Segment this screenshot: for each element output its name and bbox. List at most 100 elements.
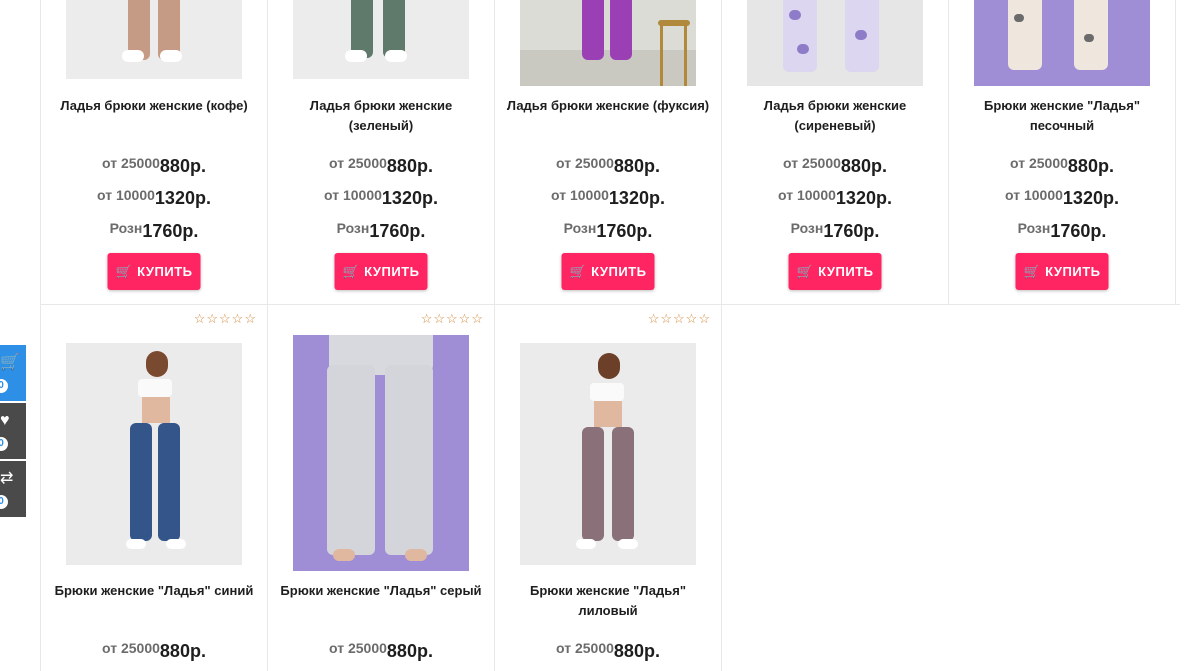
- price-value: 1320р.: [381, 188, 438, 208]
- product-image[interactable]: [293, 335, 469, 571]
- price-tier: от 25000880р.: [722, 155, 948, 177]
- price-label: от 25000: [783, 155, 841, 171]
- wishlist-count: 0: [0, 437, 8, 451]
- price-label: от 10000: [324, 187, 382, 203]
- product-image[interactable]: [974, 0, 1150, 86]
- buy-button[interactable]: 🛒 КУПИТЬ: [788, 253, 882, 290]
- product-grid: Ладья брюки женские (кофе) от 25000880р.…: [40, 0, 1180, 671]
- price-label: от 10000: [1005, 187, 1063, 203]
- sidebar-compare-button[interactable]: ⇄ 0: [0, 461, 26, 517]
- product-card: ☆☆☆☆☆ Брюки женские "Ладья" серый от 250…: [268, 305, 495, 671]
- price-value: 1320р.: [154, 188, 211, 208]
- product-name[interactable]: Ладья брюки женские (зеленый): [278, 96, 484, 136]
- buy-button[interactable]: 🛒 КУПИТЬ: [107, 253, 201, 290]
- product-card: Ладья брюки женские (зеленый) от 2500088…: [268, 0, 495, 304]
- price-label: от 25000: [556, 155, 614, 171]
- buy-label: КУПИТЬ: [364, 264, 420, 279]
- price-value: 1760р.: [142, 221, 199, 241]
- price-label: от 10000: [97, 187, 155, 203]
- price-label: Розн: [563, 220, 597, 236]
- price-value: 1320р.: [608, 188, 665, 208]
- cart-icon: 🛒: [115, 263, 133, 279]
- price-label: от 25000: [329, 640, 387, 656]
- price-value: 1760р.: [596, 221, 653, 241]
- rating-stars[interactable]: ☆☆☆☆☆: [648, 311, 711, 327]
- price-tier: от 25000880р.: [495, 640, 721, 662]
- product-image[interactable]: [66, 343, 242, 565]
- product-name[interactable]: Брюки женские "Ладья" песочный: [959, 96, 1165, 136]
- cart-icon: 🛒: [796, 263, 814, 279]
- product-image[interactable]: [293, 0, 469, 79]
- price-value: 880р.: [386, 641, 433, 661]
- price-label: от 10000: [778, 187, 836, 203]
- price-value: 880р.: [159, 641, 206, 661]
- product-card: Ладья брюки женские (фуксия) от 25000880…: [495, 0, 722, 304]
- product-name[interactable]: Ладья брюки женские (кофе): [51, 96, 257, 116]
- price-value: 880р.: [386, 156, 433, 176]
- rating-stars[interactable]: ☆☆☆☆☆: [194, 311, 257, 327]
- product-card: ☆☆☆☆☆ Брюки женские "Ладья" синий от 250…: [41, 305, 268, 671]
- price-label: от 25000: [102, 155, 160, 171]
- buy-label: КУПИТЬ: [1045, 264, 1101, 279]
- price-value: 880р.: [613, 641, 660, 661]
- buy-label: КУПИТЬ: [137, 264, 193, 279]
- product-name[interactable]: Ладья брюки женские (фуксия): [505, 96, 711, 116]
- price-tier: от 100001320р.: [495, 187, 721, 209]
- price-label: Розн: [1017, 220, 1051, 236]
- price-tier: от 25000880р.: [949, 155, 1175, 177]
- price-value: 1760р.: [823, 221, 880, 241]
- compare-count: 0: [0, 495, 8, 509]
- buy-label: КУПИТЬ: [818, 264, 874, 279]
- rating-stars[interactable]: ☆☆☆☆☆: [421, 311, 484, 327]
- price-value: 1760р.: [1050, 221, 1107, 241]
- product-card: Брюки женские "Ладья" песочный от 250008…: [949, 0, 1176, 304]
- price-label: от 25000: [556, 640, 614, 656]
- price-tier: Розн1760р.: [41, 220, 267, 242]
- price-tier: от 25000880р.: [268, 640, 494, 662]
- price-label: Розн: [790, 220, 824, 236]
- price-tier: от 25000880р.: [268, 155, 494, 177]
- price-tier: Розн1760р.: [722, 220, 948, 242]
- buy-button[interactable]: 🛒 КУПИТЬ: [1015, 253, 1109, 290]
- buy-label: КУПИТЬ: [591, 264, 647, 279]
- product-row: ☆☆☆☆☆ Брюки женские "Ладья" синий от 250…: [40, 305, 1180, 671]
- product-name[interactable]: Ладья брюки женские (сиреневый): [732, 96, 938, 136]
- product-image[interactable]: [66, 0, 242, 79]
- product-image[interactable]: [747, 0, 923, 86]
- product-name[interactable]: Брюки женские "Ладья" синий: [51, 581, 257, 601]
- product-name[interactable]: Брюки женские "Ладья" лиловый: [505, 581, 711, 621]
- price-tier: от 100001320р.: [949, 187, 1175, 209]
- cart-icon: 🛒: [1023, 263, 1041, 279]
- price-tier: от 100001320р.: [268, 187, 494, 209]
- price-value: 880р.: [1067, 156, 1114, 176]
- product-card: Ладья брюки женские (сиреневый) от 25000…: [722, 0, 949, 304]
- price-label: от 25000: [102, 640, 160, 656]
- product-card: Ладья брюки женские (кофе) от 25000880р.…: [41, 0, 268, 304]
- buy-button[interactable]: 🛒 КУПИТЬ: [561, 253, 655, 290]
- price-label: от 25000: [1010, 155, 1068, 171]
- price-value: 1760р.: [369, 221, 426, 241]
- product-card: ☆☆☆☆☆ Брюки женские "Ладья" лиловый от 2…: [495, 305, 722, 671]
- price-tier: Розн1760р.: [949, 220, 1175, 242]
- product-image[interactable]: [520, 0, 696, 86]
- cart-count: 0: [0, 379, 8, 393]
- price-tier: Розн1760р.: [495, 220, 721, 242]
- price-tier: от 25000880р.: [495, 155, 721, 177]
- price-label: Розн: [109, 220, 143, 236]
- price-value: 880р.: [613, 156, 660, 176]
- buy-button[interactable]: 🛒 КУПИТЬ: [334, 253, 428, 290]
- price-value: 1320р.: [1062, 188, 1119, 208]
- price-tier: от 100001320р.: [41, 187, 267, 209]
- heart-icon: ♥: [0, 412, 10, 429]
- cart-icon: 🛒: [0, 354, 20, 371]
- sidebar-wishlist-button[interactable]: ♥ 0: [0, 403, 26, 459]
- price-label: Розн: [336, 220, 370, 236]
- product-image[interactable]: [520, 343, 696, 565]
- price-tier: Розн1760р.: [268, 220, 494, 242]
- product-name[interactable]: Брюки женские "Ладья" серый: [278, 581, 484, 601]
- sidebar-cart-button[interactable]: 🛒 0: [0, 345, 26, 401]
- price-tier: от 25000880р.: [41, 640, 267, 662]
- compare-icon: ⇄: [0, 470, 14, 487]
- cart-icon: 🛒: [342, 263, 360, 279]
- price-tier: от 25000880р.: [41, 155, 267, 177]
